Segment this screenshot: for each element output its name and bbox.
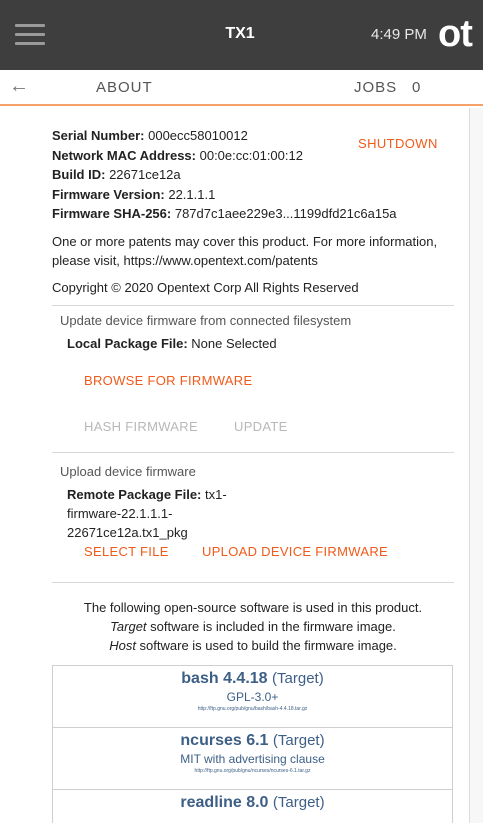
oss-intro-line: The following open-source software is us… bbox=[83, 600, 423, 615]
serial-number-value: 000ecc58010012 bbox=[148, 128, 248, 143]
package-name: readline 8.0 bbox=[180, 794, 269, 811]
local-update-title: Update device firmware from connected fi… bbox=[60, 313, 352, 328]
package-type: (Target) bbox=[272, 670, 324, 687]
oss-intro: The following open-source software is us… bbox=[52, 598, 454, 655]
package-name: bash 4.4.18 bbox=[181, 670, 268, 687]
tab-jobs[interactable]: JOBS bbox=[354, 79, 397, 96]
divider bbox=[52, 305, 454, 306]
build-id-label: Build ID: bbox=[52, 167, 106, 182]
select-file-button[interactable]: SELECT FILE bbox=[84, 544, 169, 559]
browse-firmware-button[interactable]: BROWSE FOR FIRMWARE bbox=[84, 373, 252, 388]
update-button[interactable]: UPDATE bbox=[234, 419, 288, 434]
divider bbox=[52, 452, 454, 453]
hamburger-line bbox=[15, 24, 45, 27]
build-id-value: 22671ce12a bbox=[109, 167, 181, 182]
local-package-value: None Selected bbox=[191, 336, 277, 351]
firmware-sha-label: Firmware SHA-256: bbox=[52, 206, 172, 221]
remote-package-row: Remote Package File: tx1-firmware-22.1.1… bbox=[67, 485, 267, 542]
mac-address-row: Network MAC Address: 00:0e:cc:01:00:12 bbox=[52, 148, 303, 163]
package-name: ncurses 6.1 bbox=[180, 732, 269, 749]
back-arrow-icon[interactable]: ← bbox=[9, 75, 29, 98]
serial-number-label: Serial Number: bbox=[52, 128, 145, 143]
about-content[interactable]: Serial Number: 000ecc58010012 SHUTDOWN N… bbox=[0, 108, 470, 823]
oss-intro-text: software is included in the firmware ima… bbox=[146, 619, 396, 634]
shutdown-button[interactable]: SHUTDOWN bbox=[358, 136, 438, 151]
serial-number-row: Serial Number: 000ecc58010012 bbox=[52, 128, 248, 143]
package-title: readline 8.0 (Target) bbox=[53, 794, 452, 812]
local-package-row: Local Package File: None Selected bbox=[67, 334, 427, 353]
upload-firmware-button[interactable]: UPLOAD DEVICE FIRMWARE bbox=[202, 544, 388, 559]
tab-bar: ← ABOUT JOBS 0 bbox=[0, 70, 483, 106]
hamburger-line bbox=[15, 33, 45, 36]
app-header: TX1 4:49 PM ot bbox=[0, 0, 483, 70]
package-row: ncurses 6.1 (Target) MIT with advertisin… bbox=[53, 728, 452, 790]
local-package-label: Local Package File: bbox=[67, 336, 188, 351]
hash-firmware-button[interactable]: HASH FIRMWARE bbox=[84, 419, 198, 434]
package-type: (Target) bbox=[272, 732, 325, 749]
target-term: Target bbox=[110, 619, 147, 634]
oss-intro-line: Target software is included in the firmw… bbox=[52, 617, 454, 636]
opentext-logo: ot bbox=[438, 13, 473, 55]
mac-address-label: Network MAC Address: bbox=[52, 148, 196, 163]
package-type: (Target) bbox=[272, 794, 325, 811]
package-license: GPL-3.0+ bbox=[226, 690, 279, 704]
scrollbar[interactable] bbox=[470, 108, 483, 823]
remote-package-label: Remote Package File: bbox=[67, 487, 202, 502]
remote-upload-title: Upload device firmware bbox=[60, 464, 196, 479]
jobs-count-badge: 0 bbox=[412, 79, 421, 96]
hamburger-line bbox=[15, 42, 45, 45]
status-time: 4:49 PM bbox=[371, 26, 427, 43]
firmware-sha-value: 787d7c1aee229e3...1199dfd21c6a15a bbox=[174, 206, 397, 221]
build-id-row: Build ID: 22671ce12a bbox=[52, 167, 181, 182]
divider bbox=[52, 582, 454, 583]
firmware-version-row: Firmware Version: 22.1.1.1 bbox=[52, 187, 215, 202]
package-title: ncurses 6.1 (Target) bbox=[53, 732, 452, 750]
patents-notice: One or more patents may cover this produ… bbox=[52, 234, 438, 268]
mac-address-value: 00:0e:cc:01:00:12 bbox=[199, 148, 303, 163]
copyright-notice: Copyright © 2020 Opentext Corp All Right… bbox=[52, 280, 359, 295]
hamburger-menu-icon[interactable] bbox=[15, 24, 45, 46]
oss-intro-line: Host software is used to build the firmw… bbox=[52, 636, 454, 655]
package-url-link[interactable]: http://ftp.gnu.org/pub/gnu/ncurses/ncurs… bbox=[53, 768, 452, 774]
oss-package-table: bash 4.4.18 (Target) GPL-3.0+ http://ftp… bbox=[52, 665, 453, 823]
device-title: TX1 bbox=[225, 25, 255, 42]
firmware-version-value: 22.1.1.1 bbox=[168, 187, 216, 202]
package-row: bash 4.4.18 (Target) GPL-3.0+ http://ftp… bbox=[53, 666, 452, 728]
host-term: Host bbox=[109, 638, 136, 653]
package-url-link[interactable]: http://ftp.gnu.org/pub/gnu/bash/bash-4.4… bbox=[53, 706, 452, 712]
firmware-sha-row: Firmware SHA-256: 787d7c1aee229e3...1199… bbox=[52, 206, 397, 221]
tab-about[interactable]: ABOUT bbox=[96, 79, 153, 96]
package-row: readline 8.0 (Target) bbox=[53, 790, 452, 823]
package-title: bash 4.4.18 (Target) bbox=[53, 670, 452, 688]
firmware-version-label: Firmware Version: bbox=[52, 187, 165, 202]
oss-intro-text: software is used to build the firmware i… bbox=[135, 638, 397, 653]
package-license: MIT with advertising clause bbox=[180, 752, 325, 766]
